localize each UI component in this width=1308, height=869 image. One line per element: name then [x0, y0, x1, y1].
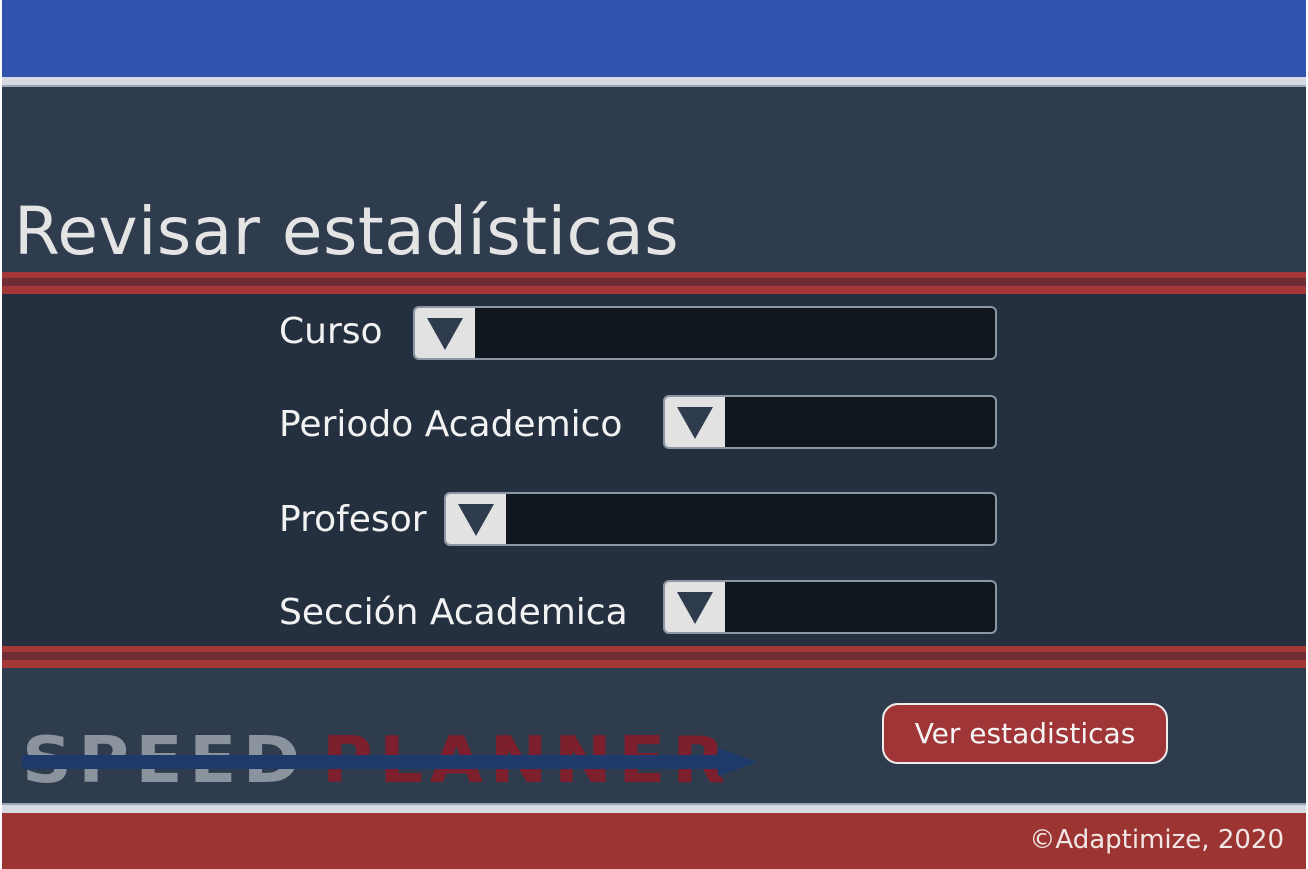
footer-divider: [2, 803, 1306, 813]
field-label-periodo: Periodo Academico: [279, 403, 623, 445]
app-frame: Revisar estadísticas Curso Periodo Acade…: [2, 0, 1306, 869]
curso-dropdown-button[interactable]: [415, 308, 475, 358]
logo-arrow-shaft: [22, 755, 722, 769]
seccion-dropdown-button[interactable]: [665, 582, 725, 632]
field-row-curso: Curso: [279, 303, 383, 359]
field-row-profesor: Profesor: [279, 491, 427, 547]
periodo-dropdown-button[interactable]: [665, 397, 725, 447]
footer: ©Adaptimize, 2020: [2, 813, 1306, 869]
profesor-select[interactable]: [444, 492, 997, 546]
field-row-seccion: Sección Academica: [279, 584, 628, 640]
field-label-curso: Curso: [279, 310, 383, 352]
seccion-select[interactable]: [663, 580, 997, 634]
copyright-text: ©Adaptimize, 2020: [1029, 825, 1284, 855]
form-bottom-divider: [2, 646, 1306, 668]
profesor-dropdown-button[interactable]: [446, 494, 506, 544]
header-bar: [2, 0, 1306, 77]
curso-select[interactable]: [413, 306, 997, 360]
triangle-down-icon: [458, 504, 494, 536]
arrow-right-icon: [718, 748, 758, 776]
field-row-periodo: Periodo Academico: [279, 396, 622, 452]
page-title: Revisar estadísticas: [14, 193, 680, 270]
periodo-select[interactable]: [663, 395, 997, 449]
triangle-down-icon: [677, 592, 713, 624]
field-label-profesor: Profesor: [279, 498, 427, 540]
ver-estadisticas-button[interactable]: Ver estadisticas: [882, 703, 1168, 764]
triangle-down-icon: [427, 318, 463, 350]
form-top-divider: [2, 272, 1306, 294]
field-label-seccion: Sección Academica: [279, 591, 628, 633]
header-divider: [2, 77, 1306, 87]
speedplanner-logo: SPEED PLANNER: [22, 729, 762, 793]
triangle-down-icon: [677, 407, 713, 439]
